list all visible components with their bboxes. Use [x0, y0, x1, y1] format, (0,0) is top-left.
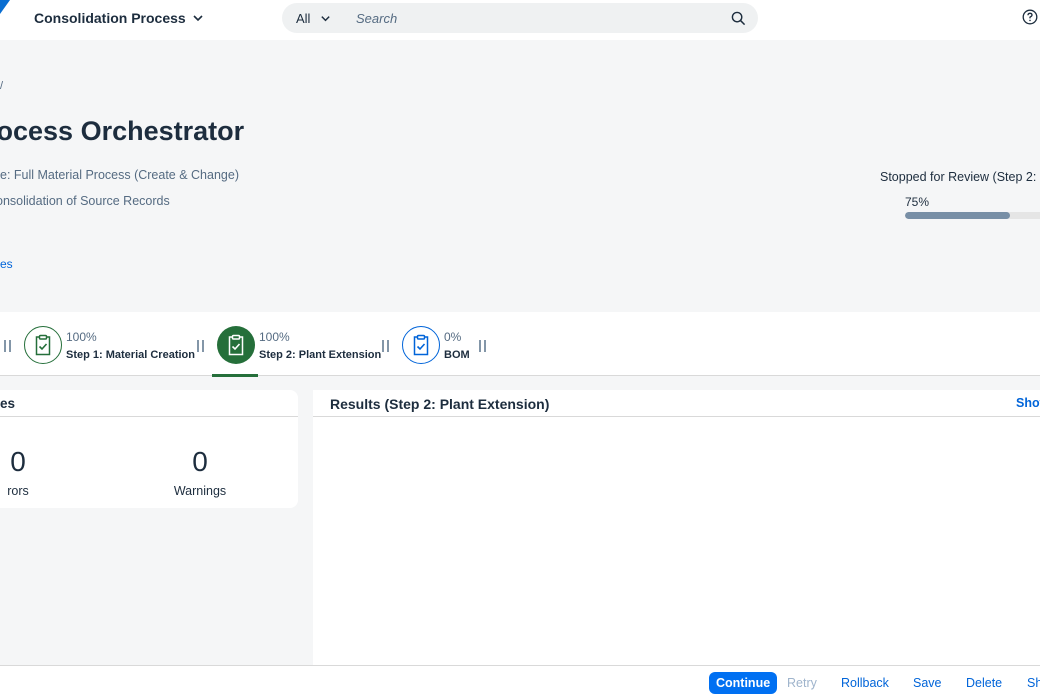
shell-bar: Consolidation Process All: [0, 0, 1040, 40]
search-icon: [731, 11, 745, 25]
delete-button[interactable]: Delete: [960, 672, 1008, 694]
issues-card: es 0 rors 0 Warnings: [0, 390, 298, 508]
app-title-label: Consolidation Process: [34, 10, 186, 26]
app-title-menu[interactable]: Consolidation Process: [34, 10, 204, 26]
search-scope-value: All: [296, 10, 311, 26]
step-status-circle: [24, 326, 62, 364]
step-percent: 0%: [444, 330, 462, 344]
warnings-count: 0: [192, 446, 208, 477]
results-title: Results (Step 2: Plant Extension): [330, 396, 550, 412]
clipboard-check-icon: [35, 334, 51, 356]
warnings-label: Warnings: [173, 484, 227, 498]
process-steps-bar: 100% Step 1: Material Creation 100% Step…: [0, 312, 1040, 376]
footer-toolbar: Continue Retry Rollback Save Delete Sh: [0, 665, 1040, 700]
chevron-down-icon: [321, 15, 331, 21]
chevron-down-icon: [193, 15, 203, 22]
progress-bar-fill: [905, 212, 1010, 219]
warnings-kpi[interactable]: 0 Warnings: [156, 446, 244, 498]
errors-label: rors: [7, 484, 29, 498]
share-button[interactable]: Sh: [1021, 672, 1040, 694]
step-status-circle: [217, 326, 255, 364]
selected-step-indicator: [212, 374, 258, 377]
show-link[interactable]: Show: [1016, 396, 1040, 410]
pause-icon[interactable]: [381, 340, 390, 352]
clipboard-check-icon: [228, 334, 244, 356]
help-button[interactable]: [1022, 9, 1040, 29]
step-label: Step 1: Material Creation: [66, 349, 195, 361]
continue-button[interactable]: Continue: [709, 672, 778, 694]
results-panel: Results (Step 2: Plant Extension) Show: [313, 390, 1040, 665]
step-label: BOM: [444, 349, 470, 361]
errors-count: 0: [10, 446, 26, 477]
breadcrumb[interactable]: /: [0, 80, 3, 92]
step-percent: 100%: [259, 330, 290, 344]
step-percent: 100%: [66, 330, 97, 344]
progress-bar: [905, 212, 1040, 219]
rollback-button[interactable]: Rollback: [835, 672, 895, 694]
errors-kpi[interactable]: 0 rors: [0, 446, 38, 498]
help-icon: [1022, 9, 1038, 25]
search-field: All: [282, 3, 758, 33]
header-link[interactable]: es: [0, 257, 13, 271]
results-header: Results (Step 2: Plant Extension) Show: [313, 390, 1040, 417]
step-status-circle: [402, 326, 440, 364]
retry-button: Retry: [781, 672, 823, 694]
progress-label: 75%: [905, 195, 930, 209]
step-label: Step 2: Plant Extension: [259, 349, 382, 361]
page-title: rocess Orchestrator: [0, 116, 245, 146]
pause-icon[interactable]: [478, 340, 487, 352]
clipboard-check-icon: [413, 334, 429, 356]
sap-logo-icon[interactable]: [0, 0, 10, 14]
search-input[interactable]: [344, 4, 718, 32]
pause-icon[interactable]: [196, 340, 205, 352]
issues-card-title: es: [0, 390, 298, 417]
save-button[interactable]: Save: [907, 672, 948, 694]
process-type-attribute: e: Full Material Process (Create & Chang…: [0, 168, 239, 182]
pause-icon[interactable]: [3, 340, 12, 352]
process-status: Stopped for Review (Step 2: Pl: [880, 170, 1040, 184]
search-scope-select[interactable]: All: [282, 11, 344, 26]
process-description-attribute: onsolidation of Source Records: [0, 194, 170, 208]
search-button[interactable]: [718, 3, 758, 33]
